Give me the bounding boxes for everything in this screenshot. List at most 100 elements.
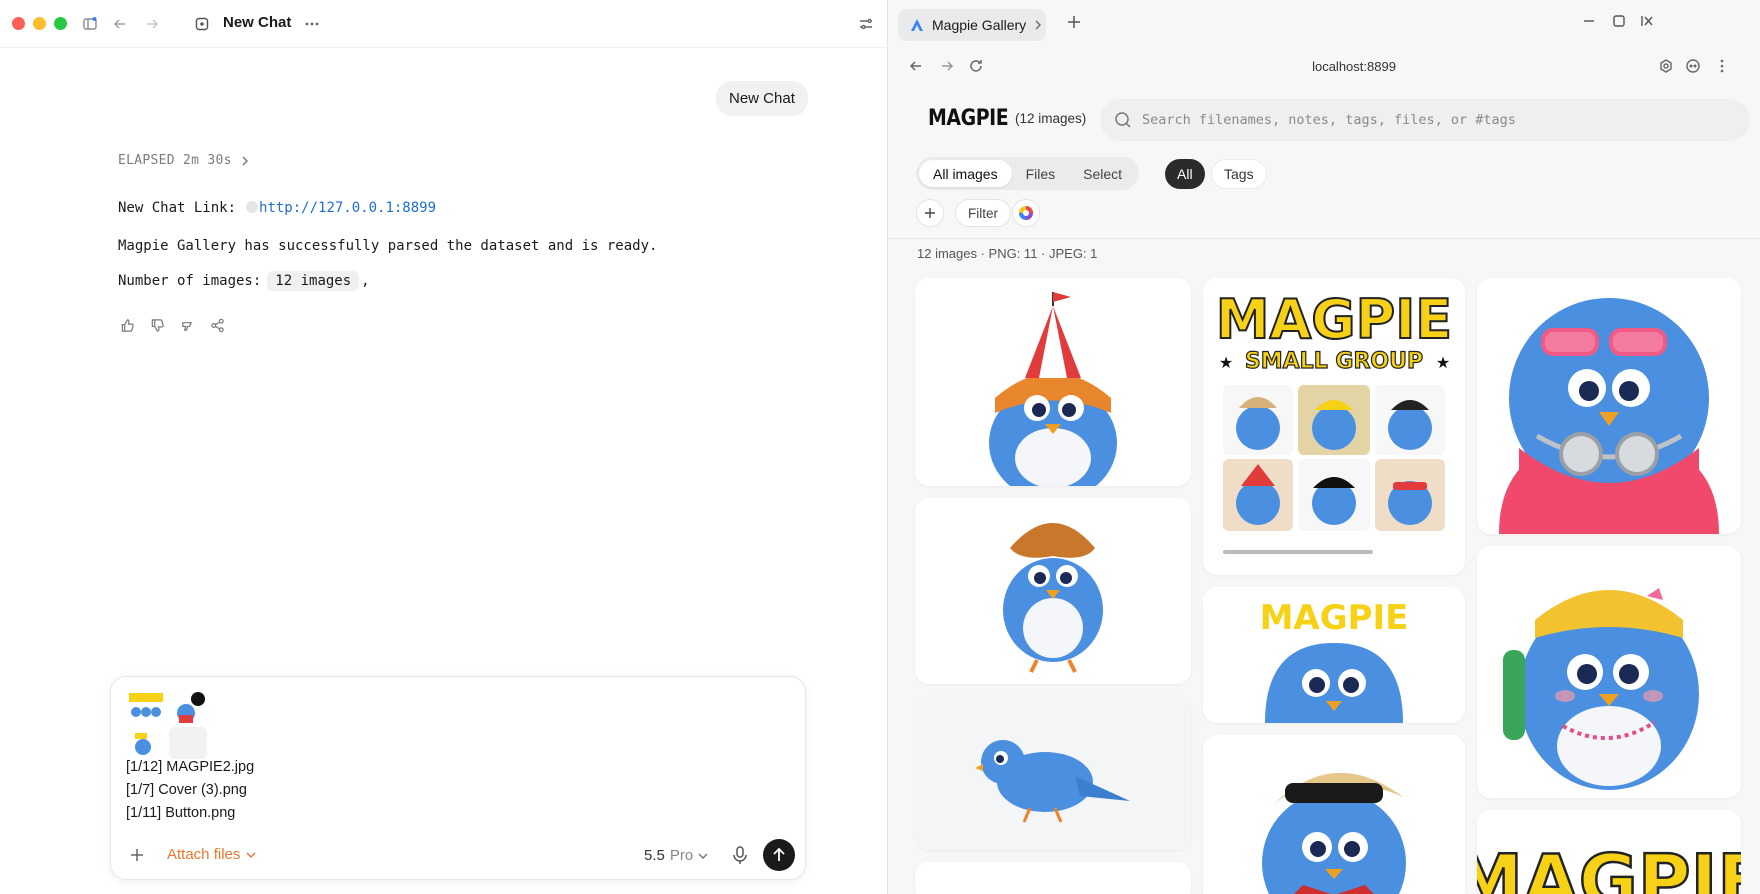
microphone-icon[interactable] [731, 845, 751, 867]
thumbs-down-icon[interactable] [148, 316, 166, 334]
gallery-image-card[interactable] [915, 498, 1191, 684]
search-input[interactable] [1142, 112, 1702, 128]
minimize-icon[interactable] [1582, 14, 1600, 32]
gallery-image-card[interactable]: MAGPIE SMALL GROUP ★ ★ [1203, 278, 1465, 575]
color-filter-button[interactable] [1012, 199, 1040, 227]
view-segmented-control: All images Files Select [916, 157, 1140, 190]
attachment-thumbnail[interactable] [127, 691, 165, 723]
gallery-image-card[interactable]: MAGPIE [1477, 810, 1741, 894]
minimize-window-button[interactable] [33, 17, 46, 30]
plus-icon [925, 208, 935, 218]
gallery-image-card[interactable] [1477, 546, 1741, 798]
browser-window: Magpie Gallery localhost:8899 MAGPIE (12… [888, 0, 1760, 894]
attach-files-label: Attach files [167, 846, 241, 863]
gallery-image-card[interactable] [915, 862, 1191, 894]
link-label: New Chat Link: [118, 200, 237, 216]
settings-sliders-icon[interactable] [856, 14, 876, 34]
banner-title: MAGPIE [1260, 598, 1409, 638]
zoom-window-button[interactable] [54, 17, 67, 30]
chat-title: New Chat [223, 14, 292, 31]
attach-files-button[interactable]: Attach files [167, 846, 256, 863]
back-arrow-icon[interactable] [110, 14, 130, 34]
bird-circus-hat-image [915, 278, 1191, 486]
star-icon: ★ [1436, 355, 1450, 372]
chevron-right-icon [242, 155, 248, 166]
count-suffix: , [361, 273, 370, 289]
segment-files[interactable]: Files [1012, 160, 1070, 187]
message-composer[interactable]: [1/12] MAGPIE2.jpg [1/7] Cover (3).png [… [110, 676, 806, 880]
poster-title: MAGPIE [1216, 288, 1452, 351]
attachment-thumbnail[interactable] [169, 691, 207, 723]
segment-select[interactable]: Select [1069, 160, 1136, 187]
attachment-thumbnail[interactable] [169, 727, 207, 759]
browser-menu-icon[interactable] [1714, 58, 1732, 76]
sidebar-toggle-icon[interactable] [80, 14, 100, 34]
gallery-image-card[interactable] [1477, 278, 1741, 534]
more-options-icon[interactable] [302, 14, 322, 34]
segment-all-images[interactable]: All images [919, 160, 1012, 187]
search-icon [1115, 112, 1131, 128]
model-selector[interactable]: 5.5 Pro [644, 847, 708, 864]
count-chip: 12 images [267, 271, 360, 291]
arrow-up-icon [773, 848, 785, 861]
elapsed-text: ELAPSED 2m 30s [118, 153, 232, 168]
attachment-name: [1/12] MAGPIE2.jpg [126, 759, 255, 775]
add-filter-button[interactable] [916, 199, 944, 227]
tab-favicon-icon [911, 19, 923, 31]
count-label: Number of images: [118, 273, 262, 289]
assistant-icon[interactable] [1685, 58, 1703, 76]
new-tab-button[interactable] [1063, 12, 1085, 34]
bird-walking-image [915, 696, 1191, 850]
bird-sunglasses-image [1203, 735, 1465, 894]
link-line: New Chat Link: http://127.0.0.1:8899 [118, 200, 436, 216]
chat-titlebar: New Chat [0, 0, 888, 48]
plus-icon [1068, 16, 1080, 28]
gallery-logo: MAGPIE [928, 106, 1009, 131]
elapsed-toggle[interactable]: ELAPSED 2m 30s [118, 153, 250, 168]
url-display[interactable]: localhost:8899 [888, 59, 1760, 74]
extension-icon[interactable] [1658, 58, 1676, 76]
browser-tabbar: Magpie Gallery [888, 0, 1760, 48]
chevron-right-icon [1035, 20, 1042, 30]
send-button[interactable] [763, 839, 795, 871]
tags-filter-pill[interactable]: Tags [1211, 159, 1267, 189]
chat-window: New Chat New Chat ELAPSED 2m 30s New Cha… [0, 0, 888, 894]
all-filter-pill[interactable]: All [1165, 159, 1205, 189]
gallery-image-card[interactable] [1203, 735, 1465, 894]
address-bar: localhost:8899 [888, 48, 1760, 86]
search-bar [1100, 99, 1750, 141]
close-icon[interactable] [1640, 14, 1658, 32]
bird-phone-image [1477, 546, 1741, 798]
flag-feedback-icon[interactable] [178, 316, 196, 334]
bottom-poster-title: MAGPIE [1477, 839, 1741, 894]
composer-toolbar: Attach files 5.5 Pro [111, 833, 805, 879]
forward-arrow-icon[interactable] [142, 14, 162, 34]
gallery-image-card[interactable]: MAGPIE [1203, 587, 1465, 723]
browser-tab[interactable]: Magpie Gallery [898, 9, 1046, 41]
star-icon: ★ [1219, 355, 1233, 372]
attachment-thumbnail[interactable] [127, 727, 165, 759]
gallery-image-card[interactable] [915, 696, 1191, 850]
add-button[interactable] [125, 843, 149, 867]
magpie-small-group-poster-image: MAGPIE SMALL GROUP ★ ★ [1203, 278, 1465, 575]
thumbs-up-icon[interactable] [118, 316, 136, 334]
toolbar-divider [888, 238, 1760, 239]
gallery-image-card[interactable] [915, 278, 1191, 486]
attachment-thumbnails [127, 691, 207, 759]
model-name: 5.5 [644, 847, 665, 864]
filter-button[interactable]: Filter [955, 199, 1011, 227]
attachment-name: [1/11] Button.png [126, 805, 236, 821]
link-favicon-icon [246, 201, 259, 213]
close-window-button[interactable] [12, 17, 25, 30]
chevron-down-icon [698, 853, 708, 859]
format-summary: 12 images · PNG: 11 · JPEG: 1 [917, 246, 1098, 261]
magpie-banner-image: MAGPIE [1203, 587, 1465, 723]
window-controls [12, 17, 67, 30]
attachment-name: [1/7] Cover (3).png [126, 782, 247, 798]
new-chat-icon[interactable] [192, 14, 212, 34]
tab-title: Magpie Gallery [932, 17, 1027, 33]
maximize-icon[interactable] [1612, 14, 1630, 32]
message-actions [118, 316, 226, 334]
chat-link[interactable]: http://127.0.0.1:8899 [259, 200, 436, 216]
share-icon[interactable] [208, 316, 226, 334]
